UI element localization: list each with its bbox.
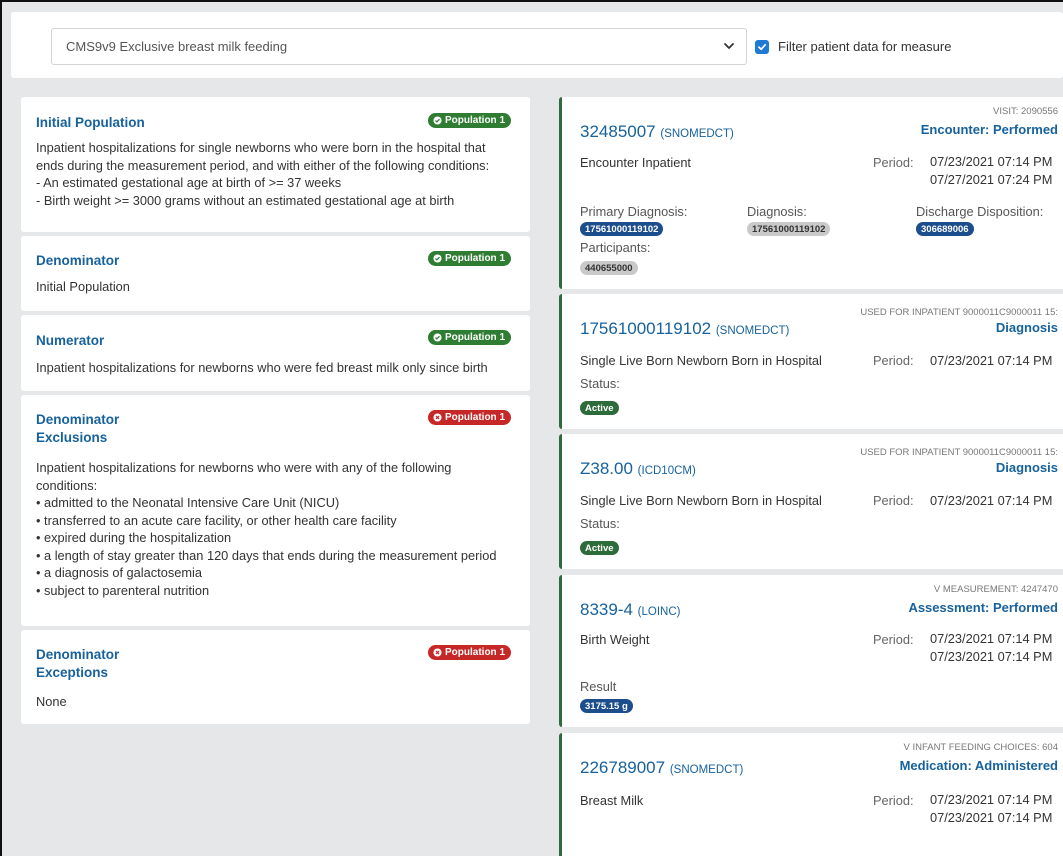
- element-type: Medication: Administered: [899, 758, 1058, 773]
- filter-label: Filter patient data for measure: [778, 39, 952, 54]
- chevron-down-icon: [724, 43, 734, 49]
- population-title: Numerator: [36, 333, 105, 348]
- period-value: 07/23/2021 07:14 PM 07/23/2021 07:14 PM: [930, 792, 1053, 825]
- app-frame: CMS9v9 Exclusive breast milk feeding Fil…: [0, 0, 1063, 856]
- population-title: Denominator: [36, 253, 120, 268]
- diagnosis-pill[interactable]: 17561000119102: [747, 222, 831, 236]
- element-code[interactable]: Z38.00 (ICD10CM): [580, 459, 696, 479]
- element-code[interactable]: 17561000119102 (SNOMEDCT): [580, 319, 789, 339]
- population-card-denominator-exceptions[interactable]: Denominator Exceptions Population 1 None: [21, 630, 530, 724]
- period-value: 07/23/2021 07:14 PM: [930, 353, 1053, 368]
- element-meta: USED FOR INPATIENT 9000011C9000011 15:: [860, 447, 1058, 458]
- population-met-badge: Population 1: [428, 330, 511, 345]
- population-not-met-badge: Population 1: [428, 645, 511, 660]
- period-label: Period:: [873, 353, 914, 368]
- population-description: Inpatient hospitalizations for newborns …: [36, 460, 497, 598]
- participants-pill[interactable]: 440655000: [580, 261, 638, 275]
- element-code[interactable]: 8339-4 (LOINC): [580, 600, 680, 620]
- element-description: Birth Weight: [580, 632, 650, 647]
- population-description: Initial Population: [36, 279, 130, 294]
- filter-toggle[interactable]: Filter patient data for measure: [755, 39, 951, 54]
- element-description: Single Live Born Newborn Born in Hospita…: [580, 493, 822, 508]
- discharge-disposition-label: Discharge Disposition:: [916, 204, 1044, 219]
- element-meta: V MEASUREMENT: 4247470: [933, 584, 1058, 595]
- element-meta: VISIT: 2090556: [993, 106, 1058, 117]
- measure-select-value: CMS9v9 Exclusive breast milk feeding: [66, 39, 288, 54]
- primary-diagnosis-pill[interactable]: 17561000119102: [580, 222, 664, 236]
- element-type: Diagnosis: [995, 460, 1058, 475]
- x-circle-icon: [433, 648, 442, 657]
- data-element-card-diagnosis[interactable]: USED FOR INPATIENT 9000011C9000011 15: D…: [559, 434, 1063, 569]
- diagnosis-label: Diagnosis:: [747, 204, 807, 219]
- data-element-card-medication[interactable]: V INFANT FEEDING CHOICES: 604 Medication…: [559, 733, 1063, 856]
- measure-select[interactable]: CMS9v9 Exclusive breast milk feeding: [51, 28, 747, 65]
- element-type: Encounter: Performed: [920, 122, 1058, 137]
- primary-diagnosis-label: Primary Diagnosis:: [580, 204, 688, 219]
- check-circle-icon: [433, 254, 442, 263]
- period-label: Period:: [873, 493, 914, 508]
- population-description: Inpatient hospitalizations for single ne…: [36, 140, 490, 208]
- check-circle-icon: [433, 116, 442, 125]
- period-value: 07/23/2021 07:14 PM 07/27/2021 07:24 PM: [930, 154, 1053, 187]
- element-meta: USED FOR INPATIENT 9000011C9000011 15:: [860, 307, 1058, 318]
- period-label: Period:: [873, 155, 914, 170]
- element-type: Assessment: Performed: [908, 600, 1058, 615]
- period-label: Period:: [873, 632, 914, 647]
- filter-checkbox[interactable]: [755, 39, 769, 54]
- population-title: Denominator Exceptions: [36, 647, 120, 680]
- element-code[interactable]: 32485007 (SNOMEDCT): [580, 122, 734, 142]
- element-meta: V INFANT FEEDING CHOICES: 604: [903, 742, 1058, 753]
- check-icon: [758, 43, 767, 50]
- population-card-denominator-exclusions[interactable]: Denominator Exclusions Population 1 Inpa…: [21, 395, 530, 626]
- period-label: Period:: [873, 793, 914, 808]
- population-met-badge: Population 1: [428, 113, 511, 128]
- participants-label: Participants:: [580, 240, 651, 255]
- element-description: Breast Milk: [580, 793, 644, 808]
- period-value: 07/23/2021 07:14 PM 07/23/2021 07:14 PM: [930, 631, 1053, 664]
- population-description: None: [36, 694, 67, 709]
- status-pill: Active: [580, 401, 619, 415]
- population-met-badge: Population 1: [428, 251, 511, 266]
- result-label: Result: [580, 679, 617, 694]
- status-label: Status:: [580, 376, 620, 391]
- data-element-card-assessment[interactable]: V MEASUREMENT: 4247470 Assessment: Perfo…: [559, 575, 1063, 727]
- element-code[interactable]: 226789007 (SNOMEDCT): [580, 758, 743, 778]
- population-title: Initial Population: [36, 115, 145, 130]
- population-card-initial[interactable]: Initial Population Population 1 Inpatien…: [21, 97, 530, 232]
- population-description: Inpatient hospitalizations for newborns …: [36, 360, 488, 375]
- data-element-card-encounter[interactable]: VISIT: 2090556 Encounter: Performed 3248…: [559, 97, 1063, 289]
- status-label: Status:: [580, 516, 620, 531]
- status-pill: Active: [580, 541, 619, 555]
- period-value: 07/23/2021 07:14 PM: [930, 493, 1053, 508]
- discharge-disposition-pill[interactable]: 306689006: [916, 222, 974, 236]
- population-title: Denominator Exclusions: [36, 412, 120, 445]
- measure-toolbar: CMS9v9 Exclusive breast milk feeding Fil…: [11, 12, 1063, 78]
- x-circle-icon: [433, 413, 442, 422]
- element-description: Single Live Born Newborn Born in Hospita…: [580, 353, 822, 368]
- population-card-denominator[interactable]: Denominator Population 1 Initial Populat…: [21, 236, 530, 311]
- result-pill: 3175.15 g: [580, 699, 633, 713]
- data-element-card-diagnosis[interactable]: USED FOR INPATIENT 9000011C9000011 15: D…: [559, 294, 1063, 429]
- check-circle-icon: [433, 333, 442, 342]
- element-description: Encounter Inpatient: [580, 155, 691, 170]
- element-type: Diagnosis: [995, 320, 1058, 335]
- population-card-numerator[interactable]: Numerator Population 1 Inpatient hospita…: [21, 315, 530, 391]
- population-not-met-badge: Population 1: [428, 410, 511, 425]
